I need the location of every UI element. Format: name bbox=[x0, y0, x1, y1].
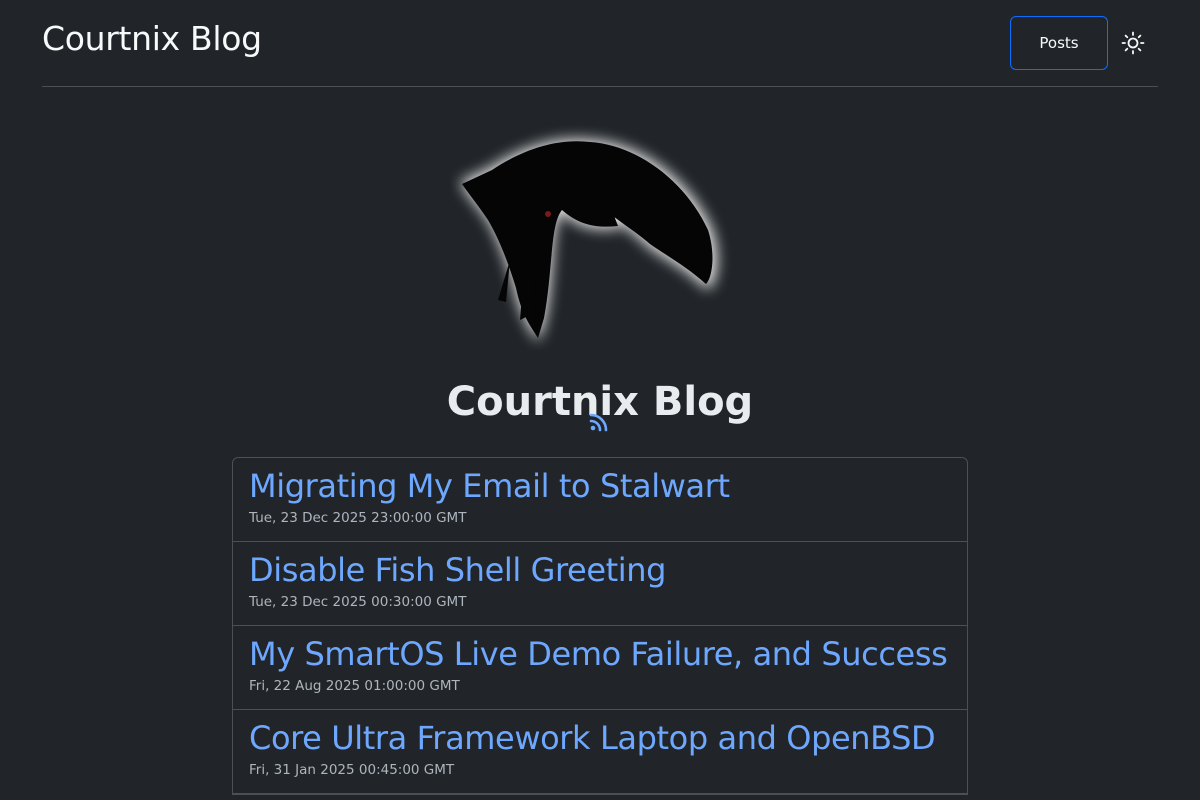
posts-button[interactable]: Posts bbox=[1010, 16, 1108, 70]
sun-icon bbox=[1121, 31, 1145, 55]
post-date: Tue, 23 Dec 2025 23:00:00 GMT bbox=[249, 510, 467, 526]
list-item: Disable Fish Shell Greeting Tue, 23 Dec … bbox=[233, 542, 967, 626]
list-item: Core Ultra Framework Laptop and OpenBSD … bbox=[233, 710, 967, 794]
list-item: Migrating My Email to Stalwart Tue, 23 D… bbox=[233, 458, 967, 542]
post-title-link[interactable]: Migrating My Email to Stalwart bbox=[249, 466, 967, 506]
list-item: My SmartOS Live Demo Failure, and Succes… bbox=[233, 626, 967, 710]
post-list: Migrating My Email to Stalwart Tue, 23 D… bbox=[232, 457, 968, 795]
post-date: Fri, 22 Aug 2025 01:00:00 GMT bbox=[249, 678, 460, 694]
post-date: Tue, 23 Dec 2025 00:30:00 GMT bbox=[249, 594, 467, 610]
site-brand-link[interactable]: Courtnix Blog bbox=[42, 18, 262, 60]
crow-logo-icon bbox=[460, 139, 717, 342]
rss-feed-link[interactable] bbox=[589, 412, 609, 432]
post-title-link[interactable]: Disable Fish Shell Greeting bbox=[249, 550, 967, 590]
post-title-link[interactable]: My SmartOS Live Demo Failure, and Succes… bbox=[249, 634, 967, 674]
theme-toggle-button[interactable] bbox=[1120, 30, 1146, 56]
post-date: Fri, 31 Jan 2025 00:45:00 GMT bbox=[249, 762, 455, 778]
navbar: Courtnix Blog Posts bbox=[42, 0, 1158, 87]
post-title-link[interactable]: Core Ultra Framework Laptop and OpenBSD bbox=[249, 718, 967, 758]
rss-icon bbox=[589, 413, 608, 432]
